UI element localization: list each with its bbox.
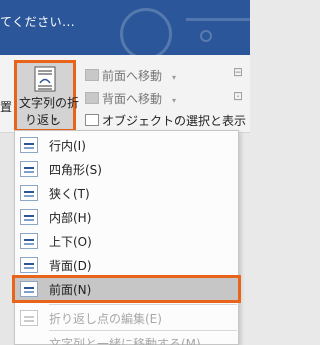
menu-item-tight[interactable]: 狭く(T) xyxy=(15,182,238,204)
send-backward-label: 背面へ移動 xyxy=(102,92,163,106)
menu-divider xyxy=(49,304,237,305)
wrap-text-label-line1: 文字列の折 xyxy=(19,96,80,110)
position-button-label: 置 xyxy=(0,100,13,114)
menu-item-label: 前面(N) xyxy=(49,283,92,297)
wrap-text-menu: 行内(I) 四角形(S) 狭く(T) 内部(H) 上下(O) 背面(D) 前面(… xyxy=(12,130,241,345)
selection-pane-label: オブジェクトの選択と表示 xyxy=(102,114,247,128)
menu-item-label: 四角形(S) xyxy=(49,163,102,177)
menu-item-label: 文字列と一緒に移動する(M) xyxy=(49,337,201,345)
menu-item-behind-text[interactable]: 背面(D) xyxy=(15,254,238,276)
send-backward-icon xyxy=(85,92,99,104)
title-bar: てください... xyxy=(0,0,250,55)
wrap-through-icon xyxy=(20,209,38,225)
chevron-down-icon: ▾ xyxy=(53,115,58,124)
menu-item-through[interactable]: 内部(H) xyxy=(15,206,238,228)
menu-item-label: 折り返し点の編集(E) xyxy=(49,312,162,326)
bring-forward-label: 前面へ移動 xyxy=(102,69,163,83)
bring-forward-icon xyxy=(85,69,99,81)
background-decoration xyxy=(120,8,172,55)
send-backward-button[interactable]: 背面へ移動 ▾ xyxy=(85,90,176,107)
wrap-tight-icon xyxy=(20,185,38,201)
menu-item-in-front-of-text[interactable]: 前面(N) xyxy=(12,275,241,303)
align-icon: ⊟ xyxy=(233,65,244,79)
selection-pane-button[interactable]: オブジェクトの選択と表示 xyxy=(85,112,246,129)
menu-item-edit-wrap-points[interactable]: 折り返し点の編集(E) xyxy=(15,307,238,329)
ribbon-arrange-group: 置 文字列の折 り返し ▾ 前面へ移動 ▾ 背面へ移動 ▾ オブジェクトの選択と表示… xyxy=(0,55,250,133)
tell-me-search-text[interactable]: てください... xyxy=(0,13,75,30)
menu-divider xyxy=(49,330,237,331)
wrap-text-icon xyxy=(34,66,56,92)
menu-item-top-bottom[interactable]: 上下(O) xyxy=(15,230,238,252)
wrap-in-front-icon xyxy=(20,281,38,297)
selection-pane-icon xyxy=(85,114,99,126)
menu-item-square[interactable]: 四角形(S) xyxy=(15,158,238,180)
wrap-inline-icon xyxy=(20,137,38,153)
group-icon: ⊡ xyxy=(233,89,244,103)
menu-item-move-with-text[interactable]: 文字列と一緒に移動する(M) xyxy=(15,332,238,345)
wrap-text-button[interactable]: 文字列の折 り返し ▾ xyxy=(14,60,80,132)
menu-item-label: 行内(I) xyxy=(49,139,86,153)
menu-item-label: 内部(H) xyxy=(49,211,92,225)
wrap-behind-text-icon xyxy=(20,257,38,273)
wrap-top-bottom-icon xyxy=(20,233,38,249)
chevron-down-icon[interactable]: ▾ xyxy=(172,96,176,105)
background-decoration xyxy=(200,30,212,42)
menu-item-label: 上下(O) xyxy=(49,235,92,249)
menu-item-label: 狭く(T) xyxy=(49,187,90,201)
bring-forward-button[interactable]: 前面へ移動 ▾ xyxy=(85,67,176,84)
document-area-edge xyxy=(0,133,14,345)
wrap-square-icon xyxy=(20,161,38,177)
chevron-down-icon[interactable]: ▾ xyxy=(172,73,176,82)
background-decoration xyxy=(186,18,250,21)
menu-item-inline[interactable]: 行内(I) xyxy=(15,134,238,156)
menu-item-label: 背面(D) xyxy=(49,259,92,273)
edit-wrap-points-icon xyxy=(20,310,38,326)
position-button-partial[interactable]: 置 xyxy=(0,55,13,133)
